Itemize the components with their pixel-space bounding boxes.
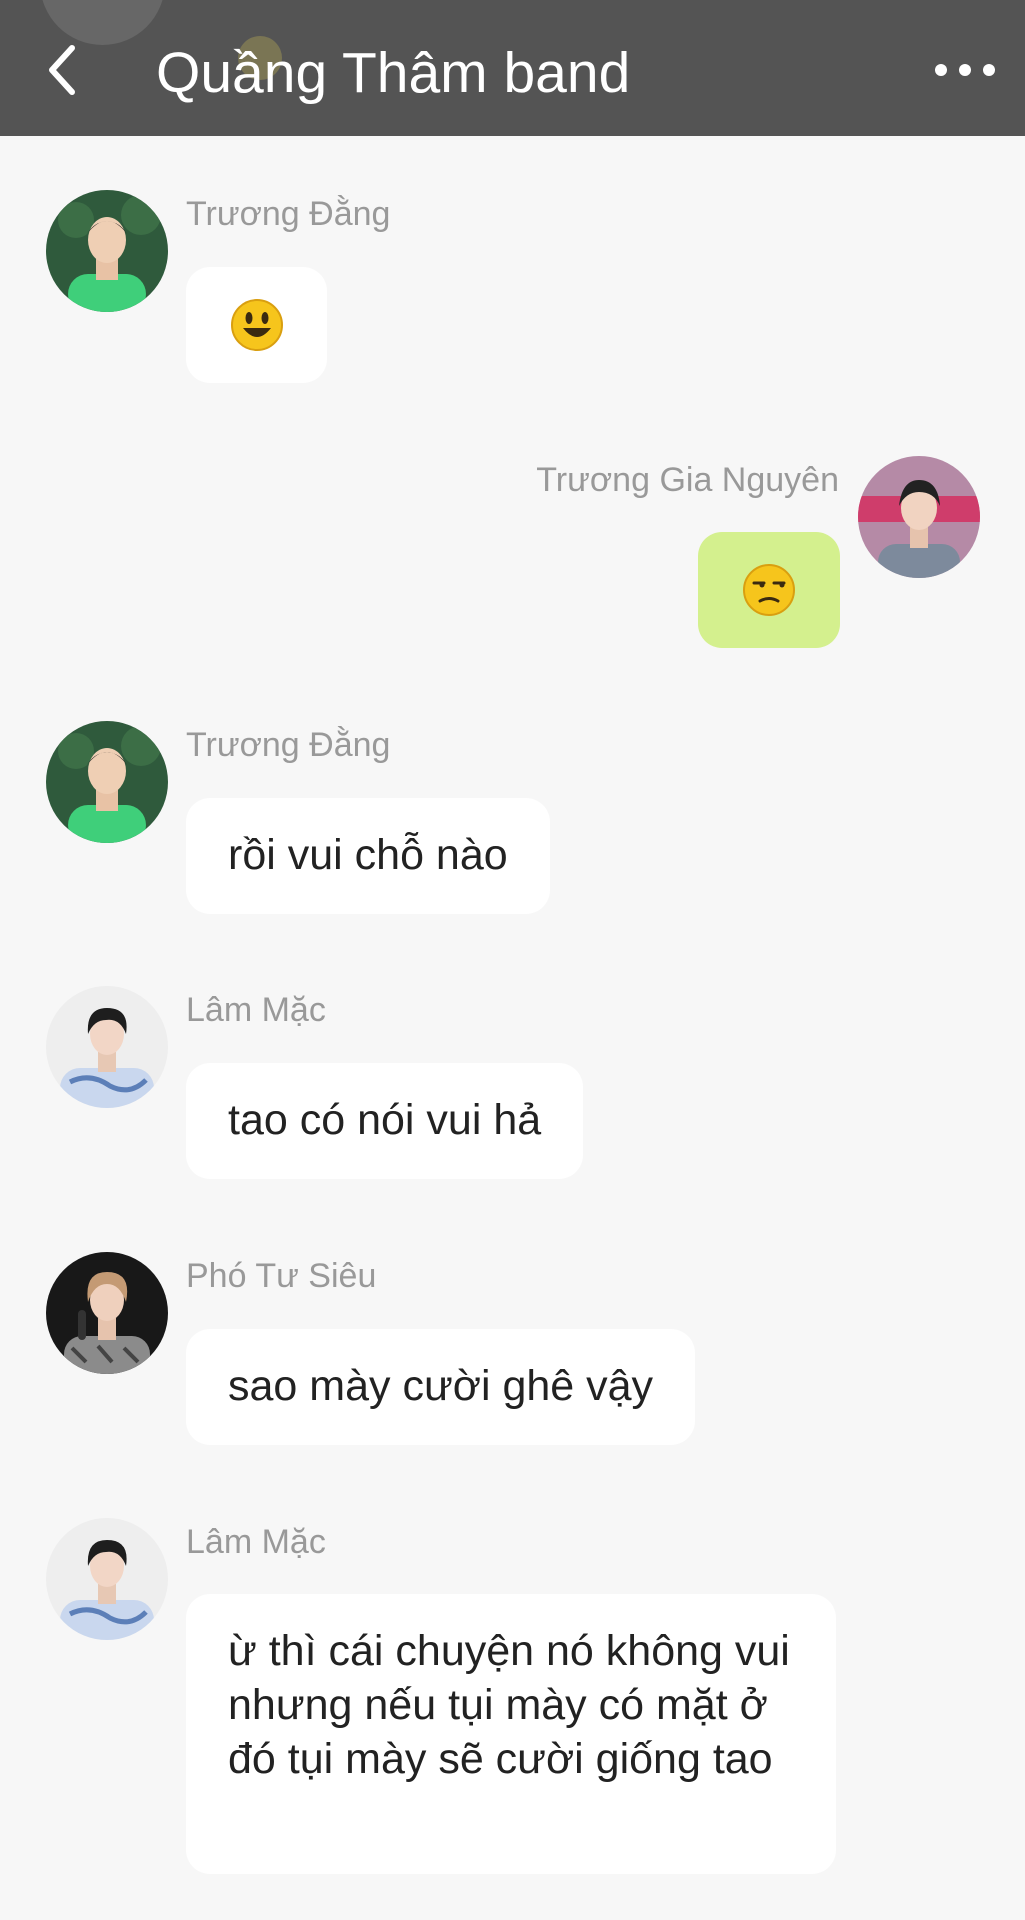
more-dots-icon: [935, 64, 995, 76]
back-button[interactable]: [38, 40, 88, 100]
message-bubble[interactable]: ừ thì cái chuyện nó không vui nhưng nếu …: [186, 1594, 836, 1874]
message-bubble[interactable]: rồi vui chỗ nào: [186, 798, 550, 914]
message-bubble[interactable]: sao mày cười ghê vậy: [186, 1329, 696, 1445]
green-shirt-boy-avatar[interactable]: [46, 721, 168, 843]
message-bubble[interactable]: tao có nói vui hả: [186, 1063, 584, 1179]
tie-dye-shirt-boy-avatar[interactable]: [46, 986, 168, 1108]
message-bubble[interactable]: [698, 532, 840, 648]
chevron-left-icon: [49, 45, 75, 95]
sender-name: Trương Gia Nguyên: [536, 461, 839, 499]
sender-name: Phó Tư Siêu: [186, 1257, 377, 1295]
sender-name: Trương Đằng: [186, 195, 391, 233]
green-shirt-boy-avatar[interactable]: [46, 190, 168, 312]
stage-boy-avatar[interactable]: [858, 456, 980, 578]
smiling-face-emoji-icon: [230, 299, 283, 351]
sender-name: Lâm Mặc: [186, 1523, 326, 1561]
chat-header: Quầng Thâm band: [0, 0, 1025, 136]
tie-dye-shirt-boy-avatar[interactable]: [46, 1518, 168, 1640]
sender-name: Trương Đằng: [186, 726, 391, 764]
more-options-button[interactable]: [933, 52, 997, 88]
sender-name: Lâm Mặc: [186, 991, 326, 1029]
unamused-face-emoji-icon: [743, 564, 795, 616]
microphone-boy-avatar[interactable]: [46, 1252, 168, 1374]
chat-title: Quầng Thâm band: [156, 41, 631, 105]
message-bubble[interactable]: [186, 267, 327, 383]
partial-avatar: [40, 0, 165, 45]
